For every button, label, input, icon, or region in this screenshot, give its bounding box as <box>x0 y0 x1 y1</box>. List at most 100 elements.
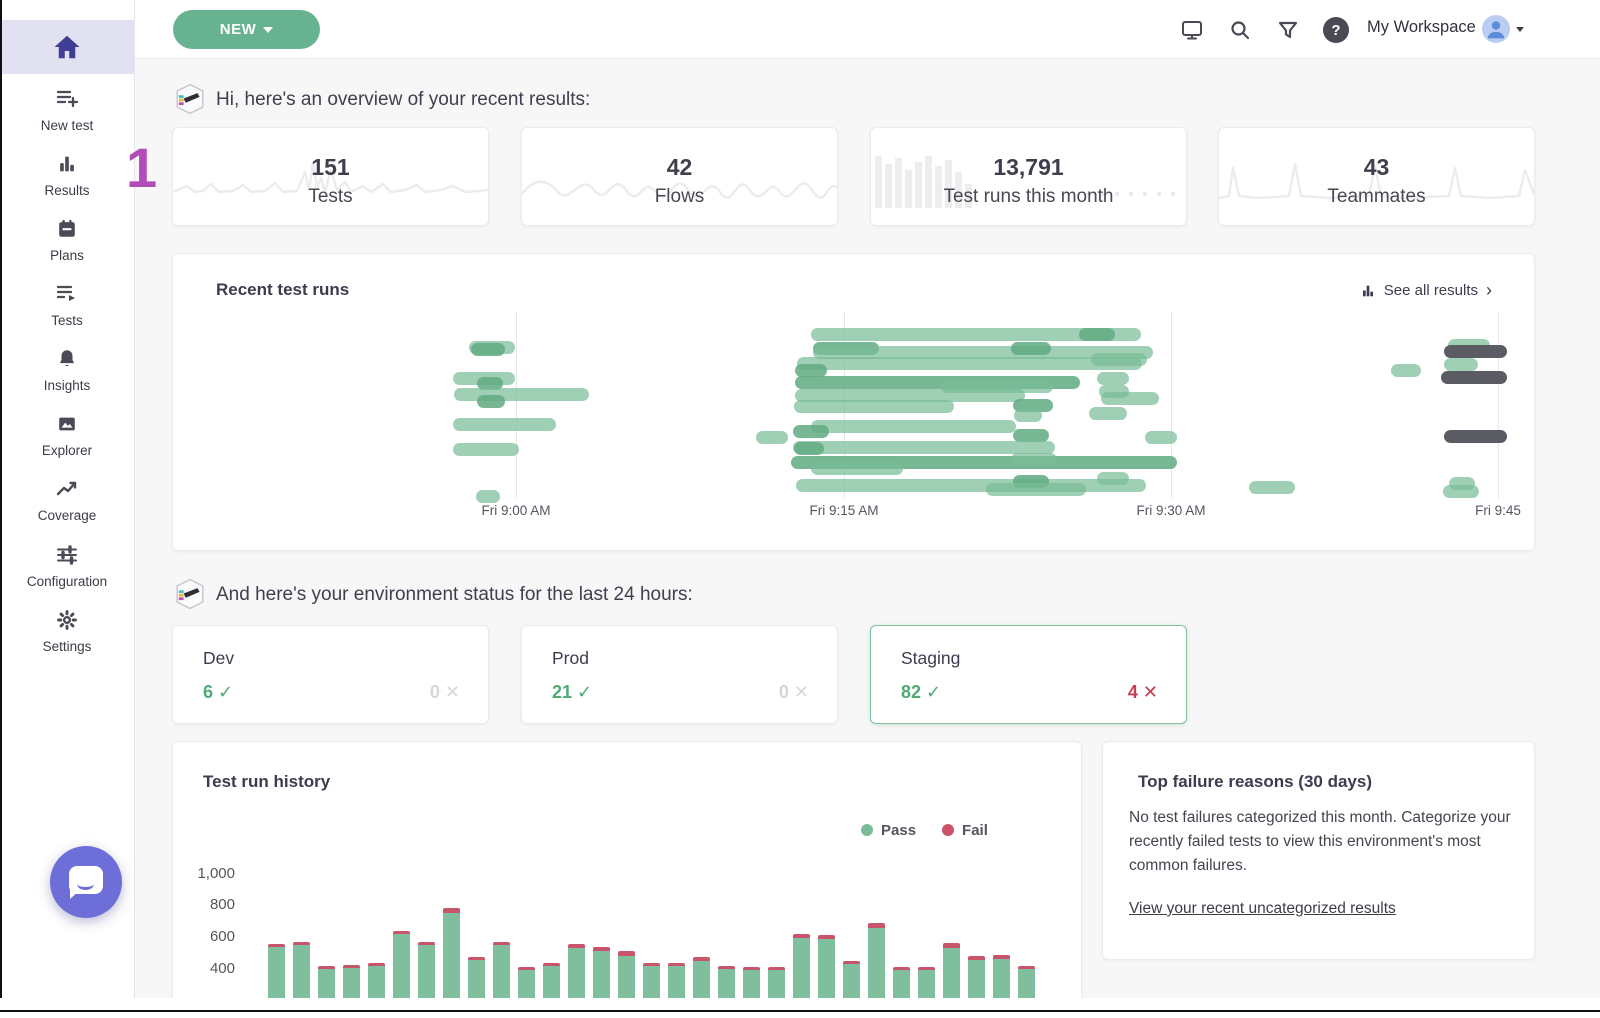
test-run-bar-passed <box>793 441 1055 454</box>
test-run-bar-passed <box>793 425 829 438</box>
x-icon: ✕ <box>1143 682 1158 702</box>
sidebar-item-tests[interactable]: Tests <box>0 283 134 328</box>
annotation-mark-1: 1 <box>126 140 157 196</box>
stat-card-test-runs[interactable]: 13,791 Test runs this month <box>870 127 1187 226</box>
history-bar-pass <box>943 948 960 998</box>
stat-label: Tests <box>173 186 488 208</box>
history-bar-pass <box>493 945 510 998</box>
home-icon <box>52 32 82 62</box>
history-bar <box>918 967 935 998</box>
test-run-bar-passed <box>1089 407 1127 420</box>
tests-icon <box>55 283 79 305</box>
env-card-staging[interactable]: Staging 82 ✓ 4 ✕ <box>870 625 1187 724</box>
sidebar-item-home[interactable] <box>0 20 134 74</box>
history-bar-pass <box>918 970 935 998</box>
environment-greeting: And here's your environment status for t… <box>216 584 693 606</box>
window-bottom-edge <box>0 1010 1600 1012</box>
test-run-bar-passed <box>796 479 1146 492</box>
stat-card-teammates[interactable]: 43 Teammates <box>1218 127 1535 226</box>
history-bar-pass <box>518 970 535 998</box>
sidebar-item-results[interactable]: Results <box>0 153 134 198</box>
test-run-bar-passed <box>1443 485 1479 498</box>
test-run-bar-running <box>1444 345 1507 358</box>
history-bar <box>618 951 635 998</box>
avatar[interactable] <box>1482 15 1510 43</box>
logo-icon <box>174 578 206 610</box>
chevron-down-icon[interactable] <box>1516 27 1524 32</box>
env-card-prod[interactable]: Prod 21 ✓ 0 ✕ <box>521 625 838 724</box>
history-bar-pass <box>568 948 585 998</box>
test-run-bar-passed <box>453 418 556 431</box>
chat-launcher[interactable] <box>50 846 122 918</box>
help-icon[interactable]: ? <box>1322 16 1350 44</box>
sidebar-item-settings[interactable]: Settings <box>0 609 134 654</box>
test-run-bar-passed <box>1091 353 1147 366</box>
history-bar-pass <box>418 945 435 998</box>
filter-icon[interactable] <box>1274 16 1302 44</box>
history-bar-pass <box>468 960 485 998</box>
failures-title: Top failure reasons (30 days) <box>1138 772 1372 792</box>
stat-value: 151 <box>173 154 488 181</box>
sidebar-item-new-test[interactable]: New test <box>0 88 134 133</box>
history-bar-pass <box>368 966 385 998</box>
history-bar <box>668 963 685 998</box>
history-bar-pass <box>893 970 910 998</box>
history-bar <box>343 965 360 998</box>
env-pass-count: 82 ✓ <box>901 682 941 703</box>
failures-body: No test failures categorized this month.… <box>1129 806 1511 878</box>
history-bar-pass <box>393 934 410 998</box>
history-bar <box>593 947 610 998</box>
sidebar-item-explorer[interactable]: Explorer <box>0 413 134 458</box>
test-run-bar-passed <box>794 400 954 413</box>
history-bar <box>743 967 760 998</box>
test-run-bar-passed <box>453 443 519 456</box>
history-bar <box>543 963 560 998</box>
history-bar <box>793 934 810 998</box>
screenshot-stage: NEW ? My Workspace <box>0 0 1600 1018</box>
new-button[interactable]: NEW <box>173 10 320 49</box>
stat-value: 13,791 <box>871 154 1186 181</box>
test-run-bar-passed <box>1145 431 1177 444</box>
history-bar <box>268 944 285 998</box>
sidebar-item-plans[interactable]: Plans <box>0 218 134 263</box>
env-card-dev[interactable]: Dev 6 ✓ 0 ✕ <box>172 625 489 724</box>
stat-value: 42 <box>522 154 837 181</box>
workspace-menu[interactable]: My Workspace <box>1367 18 1476 37</box>
stat-value: 43 <box>1219 154 1534 181</box>
test-run-bar-passed <box>1097 372 1129 385</box>
test-run-bar-passed <box>811 420 1016 433</box>
history-bar-pass <box>443 913 460 998</box>
time-label: Fri 9:15 AM <box>784 503 904 518</box>
test-run-bar-passed <box>756 431 788 444</box>
uncategorized-results-link[interactable]: View your recent uncategorized results <box>1129 900 1396 918</box>
sidebar-item-configuration[interactable]: Configuration <box>0 544 134 589</box>
test-run-bar-passed <box>476 490 500 503</box>
history-bar-pass <box>818 939 835 998</box>
test-run-bar-passed <box>1011 453 1057 466</box>
history-bar <box>568 944 585 998</box>
new-test-icon <box>55 88 79 110</box>
history-bar-pass <box>268 947 285 998</box>
time-gridline <box>516 311 517 498</box>
search-icon[interactable] <box>1226 16 1254 44</box>
stat-card-tests[interactable]: 151 Tests <box>172 127 489 226</box>
x-icon: ✕ <box>794 682 809 702</box>
time-label: Fri 9:00 AM <box>456 503 576 518</box>
history-bar <box>993 955 1010 998</box>
test-run-bar-passed <box>1097 472 1129 485</box>
sidebar-item-coverage[interactable]: Coverage <box>0 478 134 523</box>
history-bar-pass <box>618 956 635 998</box>
new-button-label: NEW <box>220 21 257 38</box>
history-bar-pass <box>718 969 735 998</box>
history-bar <box>818 935 835 998</box>
history-bar <box>643 963 660 998</box>
check-icon: ✓ <box>218 682 233 702</box>
monitor-icon[interactable] <box>1178 16 1206 44</box>
stat-card-flows[interactable]: 42 Flows <box>521 127 838 226</box>
test-run-bar-passed <box>471 343 505 356</box>
history-bar <box>868 923 885 998</box>
logo-icon <box>174 83 206 115</box>
history-bar-pass <box>693 961 710 998</box>
sidebar-item-insights[interactable]: Insights <box>0 348 134 393</box>
test-run-bar-passed <box>1011 342 1051 355</box>
